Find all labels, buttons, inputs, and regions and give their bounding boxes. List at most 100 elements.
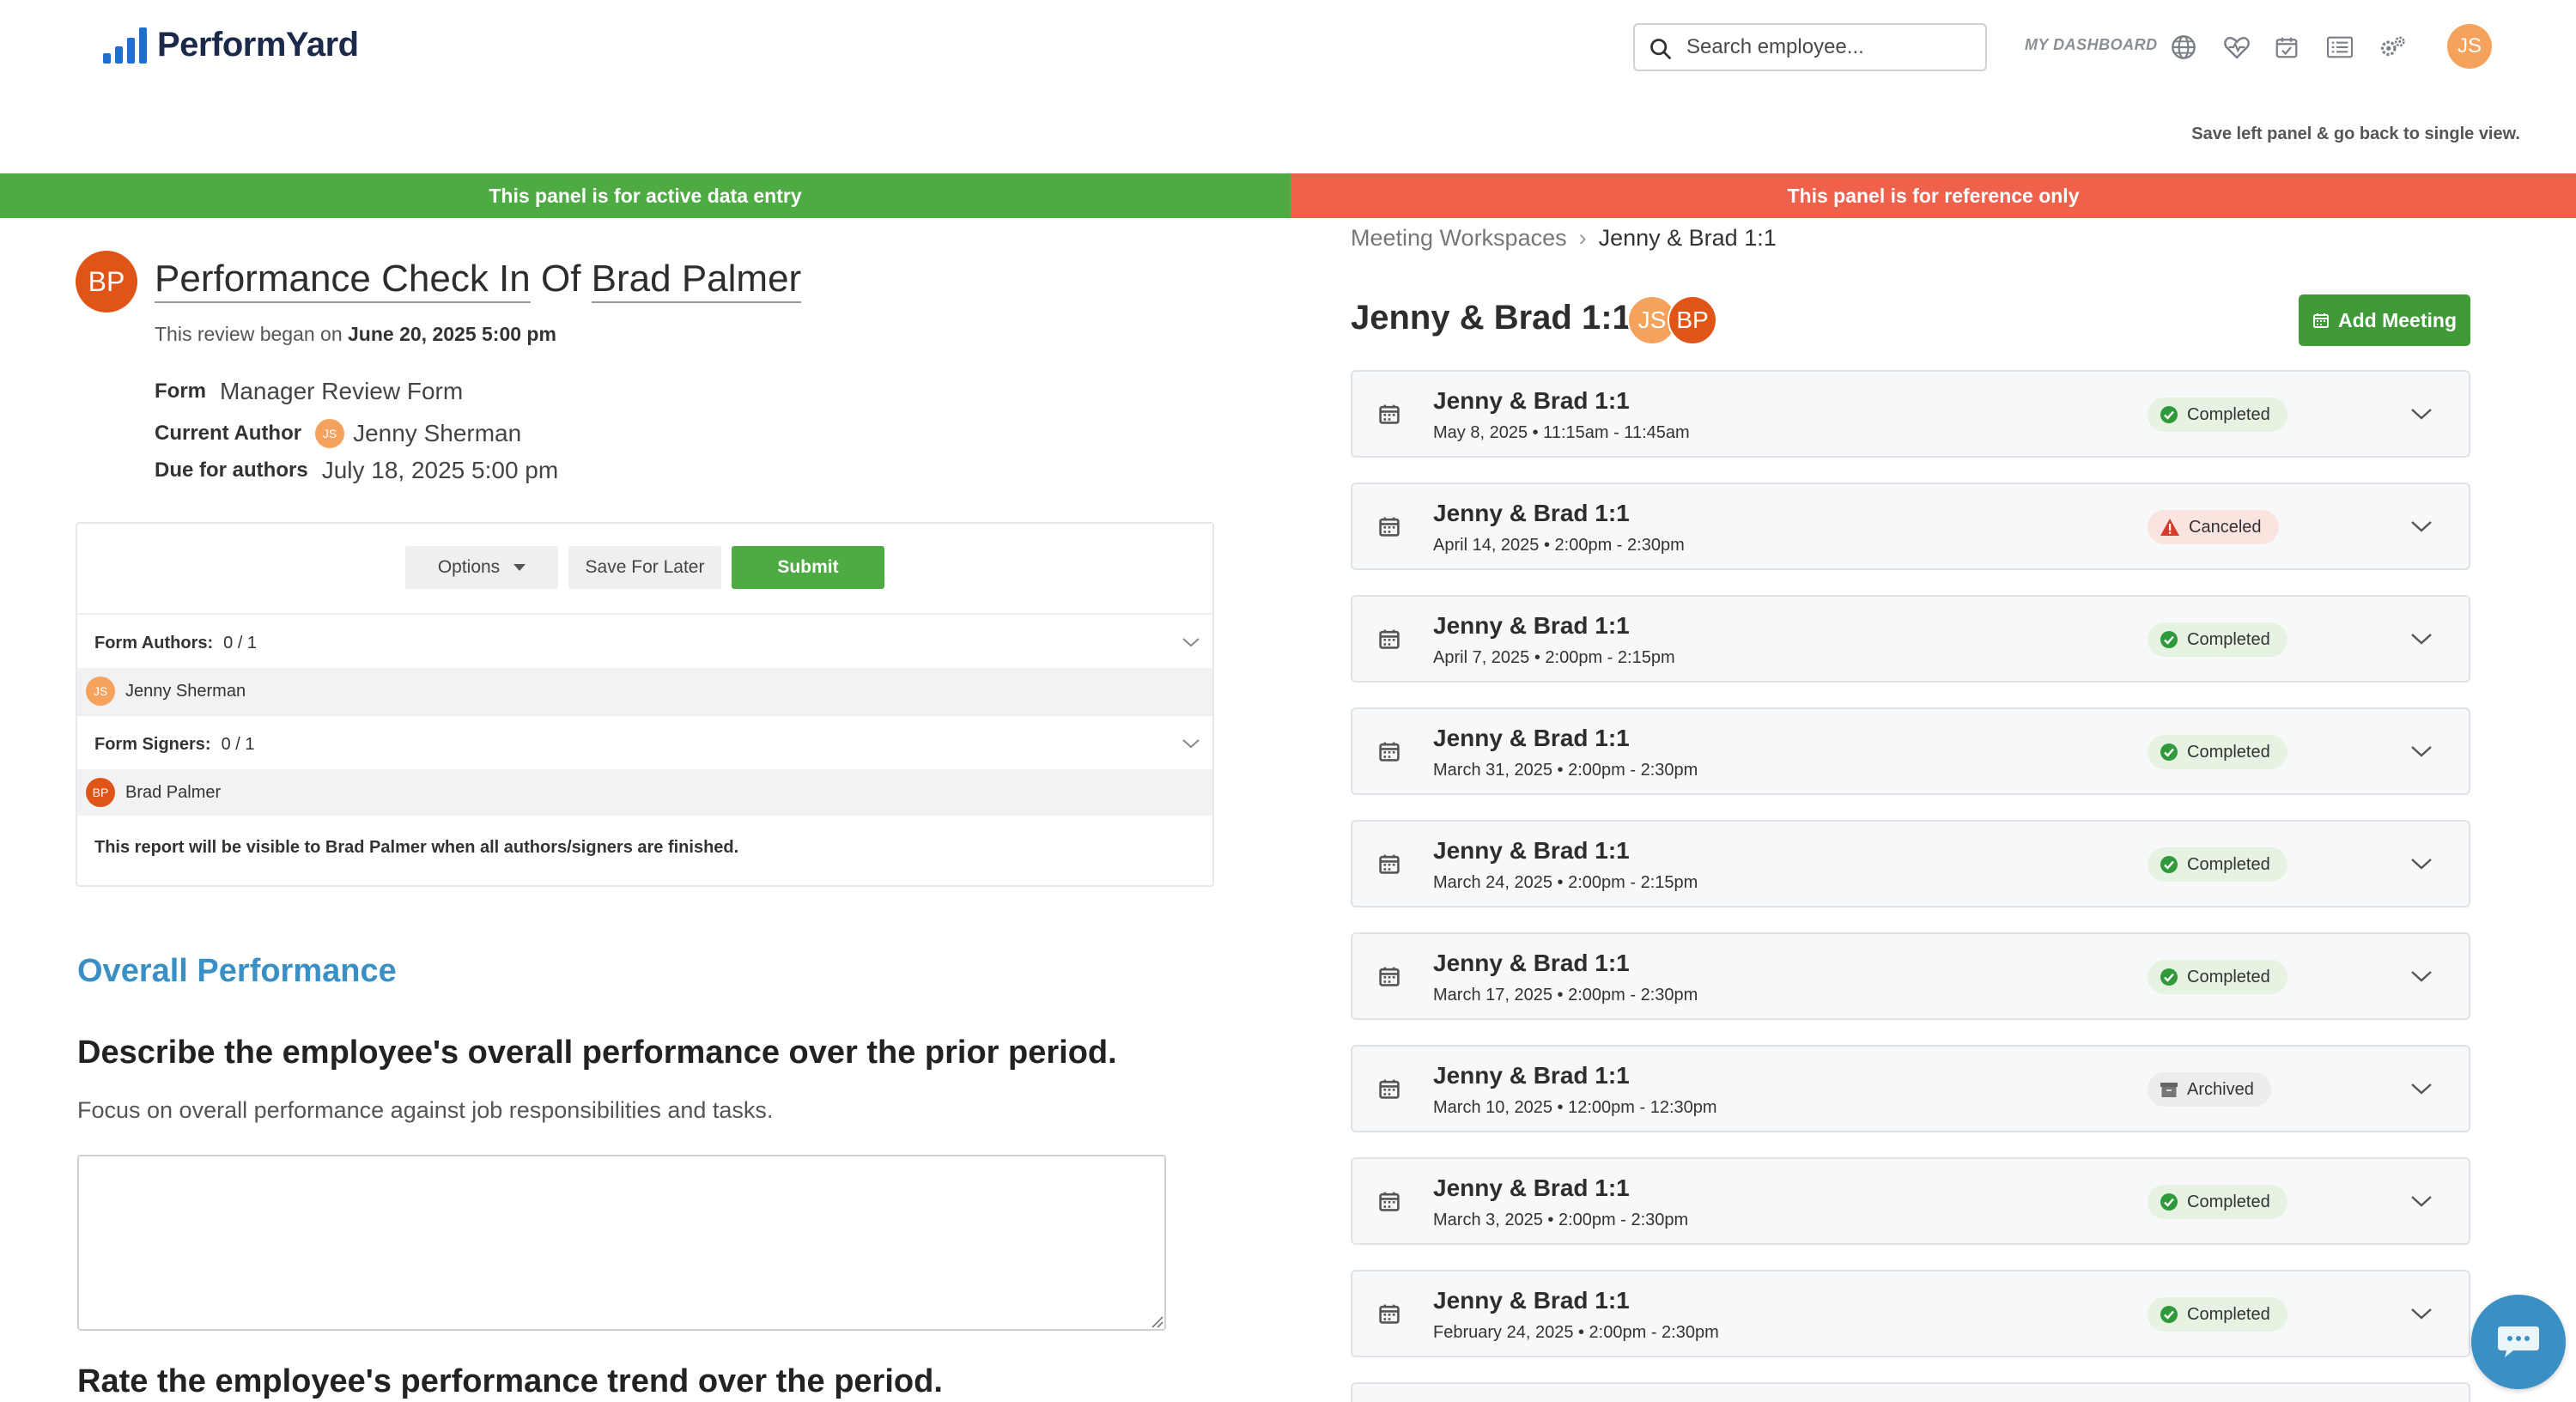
- review-began-date: June 20, 2025 5:00 pm: [348, 323, 556, 345]
- archive-box-icon: [2160, 1083, 2178, 1097]
- calendar-check-icon[interactable]: [2272, 33, 2301, 62]
- meeting-card[interactable]: Jenny & Brad 1:1 March 17, 2025 • 2:00pm …: [1351, 932, 2470, 1020]
- breadcrumb-meeting-workspaces[interactable]: Meeting Workspaces: [1351, 225, 1567, 252]
- search-input[interactable]: [1686, 35, 1970, 59]
- meeting-title: Jenny & Brad 1:1: [1433, 950, 1630, 976]
- meeting-card[interactable]: Jenny & Brad 1:1 February 24, 2025 • 2:00…: [1351, 1270, 2470, 1357]
- chevron-down-icon[interactable]: [2409, 1190, 2434, 1212]
- section-title: Overall Performance: [77, 953, 397, 989]
- chevron-down-icon[interactable]: [2409, 1077, 2434, 1100]
- warning-triangle-icon: [2160, 519, 2179, 536]
- performyard-logo[interactable]: PerformYard: [103, 26, 359, 64]
- author-avatar: JS: [315, 419, 345, 448]
- meeting-title: Jenny & Brad 1:1: [1433, 1062, 1630, 1089]
- form-authors-label[interactable]: Form Authors: 0 / 1: [94, 634, 257, 653]
- save-for-later-button[interactable]: Save For Later: [568, 546, 721, 589]
- calendar-icon: [1379, 1304, 1400, 1324]
- heart-pulse-icon[interactable]: [2222, 33, 2251, 62]
- active-entry-banner: This panel is for active data entry: [0, 173, 1291, 218]
- status-badge: Completed: [2148, 960, 2287, 994]
- chevron-down-icon[interactable]: [2409, 740, 2434, 762]
- meeting-time: April 14, 2025 • 2:00pm - 2:30pm: [1433, 536, 1685, 555]
- chevron-right-icon: ›: [1578, 225, 1587, 251]
- meeting-card[interactable]: Jenny & Brad 1:1 April 14, 2025 • 2:00pm …: [1351, 483, 2470, 570]
- form-meta-row: Form Manager Review Form: [155, 378, 464, 404]
- meeting-time: February 24, 2025 • 2:00pm - 2:30pm: [1433, 1323, 1719, 1342]
- check-circle-icon: [2160, 743, 2178, 761]
- options-dropdown-button[interactable]: Options: [405, 546, 558, 589]
- divider: [77, 714, 1212, 716]
- status-label: Completed: [2187, 742, 2270, 762]
- meeting-card-partial[interactable]: [1351, 1382, 2470, 1402]
- submit-button[interactable]: Submit: [732, 546, 884, 589]
- chat-icon: [2498, 1326, 2539, 1357]
- calendar-icon: [1379, 967, 1400, 986]
- status-badge: Completed: [2148, 622, 2287, 657]
- breadcrumb-current: Jenny & Brad 1:1: [1598, 225, 1777, 251]
- meeting-title: Jenny & Brad 1:1: [1433, 1174, 1630, 1201]
- due-date: July 18, 2025 5:00 pm: [321, 457, 559, 483]
- employee-name-link[interactable]: Brad Palmer: [591, 258, 802, 303]
- form-signer-row: BP Brad Palmer: [77, 769, 1212, 816]
- status-badge: Completed: [2148, 735, 2287, 769]
- check-circle-icon: [2160, 406, 2178, 423]
- status-label: Completed: [2187, 629, 2270, 649]
- globe-icon[interactable]: [2169, 33, 2198, 62]
- meeting-time: May 8, 2025 • 11:15am - 11:45am: [1433, 423, 1690, 442]
- meeting-title: Jenny & Brad 1:1: [1433, 837, 1630, 864]
- check-circle-icon: [2160, 631, 2178, 648]
- resize-handle-icon[interactable]: [1151, 1315, 1164, 1329]
- meeting-time: March 3, 2025 • 2:00pm - 2:30pm: [1433, 1211, 1689, 1229]
- breadcrumb: Meeting Workspaces › Jenny & Brad 1:1: [1351, 225, 1777, 252]
- meeting-card[interactable]: Jenny & Brad 1:1 March 3, 2025 • 2:00pm -…: [1351, 1157, 2470, 1245]
- calendar-icon: [1379, 1192, 1400, 1211]
- calendar-icon: [1379, 1079, 1400, 1099]
- calendar-icon: [1379, 742, 1400, 762]
- chevron-down-icon[interactable]: [1180, 634, 1202, 651]
- gears-icon[interactable]: [2379, 33, 2408, 62]
- review-began-text: This review began on June 20, 2025 5:00 …: [155, 323, 556, 345]
- list-icon[interactable]: [2325, 33, 2354, 62]
- chevron-down-icon[interactable]: [1180, 735, 1202, 752]
- chat-support-button[interactable]: [2471, 1295, 2566, 1389]
- review-type-link[interactable]: Performance Check In: [155, 258, 531, 303]
- author-avatar-small: JS: [86, 677, 115, 706]
- meeting-title: Jenny & Brad 1:1: [1433, 387, 1630, 414]
- my-dashboard-link[interactable]: MY DASHBOARD: [2025, 36, 2158, 54]
- status-badge: Archived: [2148, 1072, 2271, 1107]
- check-circle-icon: [2160, 1193, 2178, 1211]
- meeting-card[interactable]: Jenny & Brad 1:1 March 31, 2025 • 2:00pm …: [1351, 707, 2470, 795]
- chevron-down-icon[interactable]: [2409, 965, 2434, 987]
- caret-down-icon: [513, 564, 526, 571]
- chevron-down-icon[interactable]: [2409, 853, 2434, 875]
- calendar-icon: [1379, 854, 1400, 874]
- status-label: Archived: [2187, 1079, 2254, 1099]
- signers-count: 0 / 1: [221, 735, 255, 754]
- status-badge: Completed: [2148, 1297, 2287, 1332]
- user-avatar[interactable]: JS: [2447, 24, 2492, 69]
- overall-performance-answer[interactable]: [77, 1155, 1166, 1331]
- meeting-card[interactable]: Jenny & Brad 1:1 March 24, 2025 • 2:00pm …: [1351, 820, 2470, 907]
- meeting-time: March 17, 2025 • 2:00pm - 2:30pm: [1433, 986, 1698, 1004]
- meeting-card[interactable]: Jenny & Brad 1:1 April 7, 2025 • 2:00pm -…: [1351, 595, 2470, 683]
- add-meeting-button[interactable]: Add Meeting: [2299, 294, 2470, 346]
- chevron-down-icon[interactable]: [2409, 403, 2434, 425]
- check-circle-icon: [2160, 1306, 2178, 1323]
- chevron-down-icon[interactable]: [2409, 628, 2434, 650]
- chevron-down-icon[interactable]: [2409, 1302, 2434, 1325]
- meeting-card[interactable]: Jenny & Brad 1:1 May 8, 2025 • 11:15am - …: [1351, 370, 2470, 458]
- logo-bars-icon: [103, 27, 147, 64]
- status-label: Completed: [2187, 1192, 2270, 1211]
- meeting-time: March 10, 2025 • 12:00pm - 12:30pm: [1433, 1098, 1717, 1117]
- meeting-card[interactable]: Jenny & Brad 1:1 March 10, 2025 • 12:00pm…: [1351, 1045, 2470, 1132]
- due-meta-row: Due for authors July 18, 2025 5:00 pm: [155, 457, 559, 483]
- meeting-title: Jenny & Brad 1:1: [1433, 612, 1630, 639]
- status-badge: Completed: [2148, 398, 2287, 432]
- author-meta-row: Current Author JS Jenny Sherman: [155, 419, 522, 448]
- status-label: Completed: [2187, 967, 2270, 986]
- employee-search[interactable]: [1633, 23, 1987, 71]
- form-signers-label[interactable]: Form Signers: 0 / 1: [94, 735, 255, 755]
- save-left-panel-link[interactable]: Save left panel & go back to single view…: [2191, 124, 2520, 144]
- top-bar: PerformYard MY DASHBOARD JS: [0, 0, 2576, 94]
- chevron-down-icon[interactable]: [2409, 515, 2434, 537]
